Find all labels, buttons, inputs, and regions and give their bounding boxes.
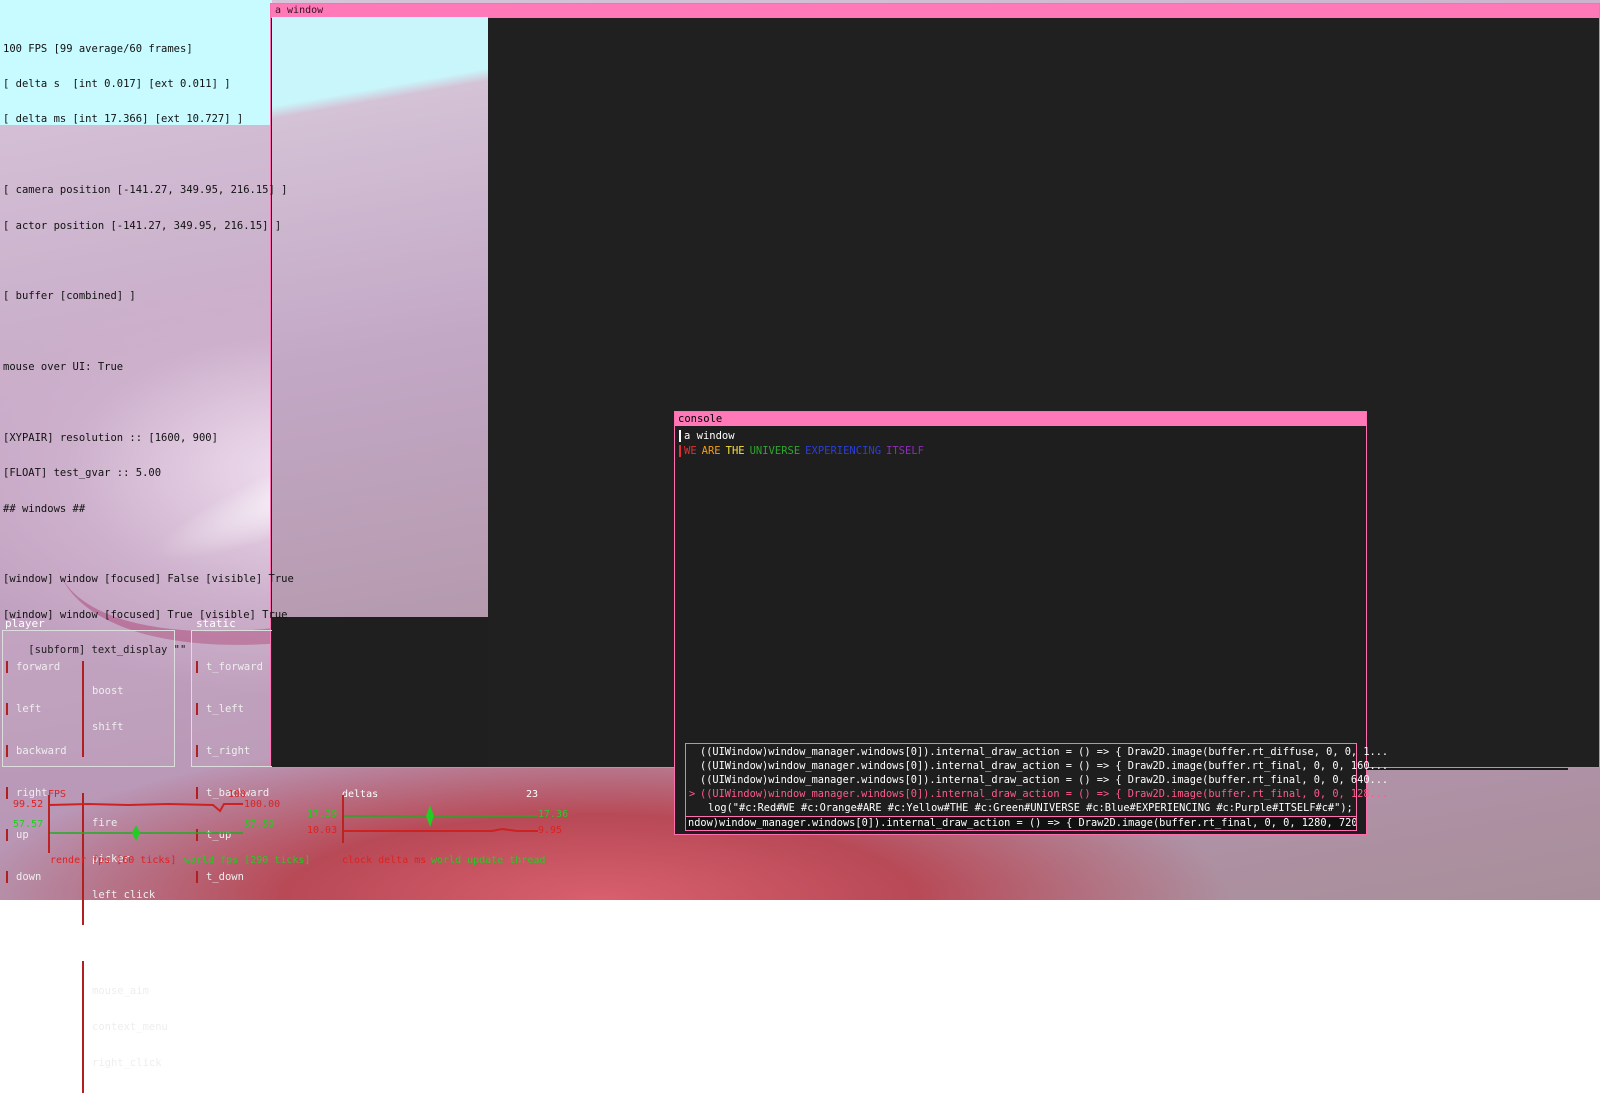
fps-left-bottom: 57.57: [13, 819, 44, 830]
keybind-context-menu-label: context_menu: [92, 1021, 168, 1033]
hud-mouse-over-ui: mouse over UI: True: [3, 361, 124, 374]
log-line-5: log("#c:Red#WE #c:Orange#ARE #c:Yellow#T…: [708, 802, 1353, 814]
keybind-left[interactable]: left: [6, 703, 67, 715]
static-panel-title: static: [196, 617, 236, 630]
deltas-graph: deltas 23 17.39 10.03 17.36 9.95 clock d…: [300, 785, 580, 875]
keybind-forward[interactable]: forward: [6, 661, 67, 673]
message-word-5: ITSELF: [886, 445, 924, 457]
main-window-bottom: [272, 617, 488, 767]
fps-right-bottom: 57.59: [244, 819, 275, 830]
player-panel-title: player: [5, 617, 45, 630]
deltas-left-top: 17.39: [307, 809, 338, 820]
console-subwindow-label: a window: [679, 430, 735, 442]
hud-buffer: [ buffer [combined] ]: [3, 290, 136, 303]
hud-test-gvar: [FLOAT] test_gvar :: 5.00: [3, 467, 162, 480]
debug-hud: 100 FPS [99 average/60 frames] [ delta s…: [3, 20, 294, 669]
hud-delta-ms: [ delta ms [int 17.366] [ext 10.727] ]: [3, 113, 244, 126]
fps-left-top: 99.52: [13, 799, 44, 810]
log-line-1: ((UIWindow)window_manager.windows[0]).in…: [700, 746, 1389, 758]
deltas-left-bottom: 10.03: [307, 825, 338, 836]
message-word-4: EXPERIENCING: [805, 445, 882, 457]
hud-camera-position: [ camera position [-141.27, 349.95, 216.…: [3, 184, 288, 197]
message-word-3: UNIVERSE: [749, 445, 801, 457]
main-window-content: [272, 17, 488, 617]
keybind-t-forward[interactable]: t_forward: [196, 661, 269, 673]
deltas-graph-plot: [342, 795, 538, 843]
keybind-mouse-aim-key: right_click: [92, 1057, 162, 1069]
hud-fps: 100 FPS [99 average/60 frames]: [3, 42, 193, 55]
fps-graph: FPS 100 99.52 57.57 100.00 57.59 render …: [0, 785, 310, 875]
main-window-title: a window: [271, 4, 1599, 18]
keybind-t-left[interactable]: t_left: [196, 703, 269, 715]
deltas-right-bottom: 9.95: [538, 825, 563, 836]
hud-resolution: [XYPAIR] resolution :: [1600, 900]: [3, 431, 218, 444]
message-word-0: WE: [684, 445, 697, 457]
log-prompt-marker: >: [689, 788, 696, 800]
hud-window-entry-1: [window] window [focused] False [visible…: [3, 573, 294, 586]
keybind-boost[interactable]: boost shift: [82, 661, 168, 757]
keybind-t-right[interactable]: t_right: [196, 745, 269, 757]
log-line-4: ((UIWindow)window_manager.windows[0]).in…: [700, 788, 1389, 800]
keybind-boost-label: boost: [92, 685, 124, 697]
deltas-caption-red: clock delta ms: [342, 855, 427, 866]
log-line-2: ((UIWindow)window_manager.windows[0]).in…: [700, 760, 1389, 772]
keybind-mouse-aim-label: mouse_aim: [92, 985, 149, 997]
keybind-mouse-aim[interactable]: mouse_aim context_menu right_click: [82, 961, 168, 1093]
hud-actor-position: [ actor position [-141.27, 349.95, 216.1…: [3, 219, 282, 232]
message-word-1: ARE: [701, 445, 721, 457]
deltas-caption-green: world update thread: [431, 855, 546, 866]
fps-caption-red: render fps [60 ticks]: [50, 855, 177, 866]
console-colored-message: WE ARE THE UNIVERSE EXPERIENCING ITSELF: [679, 445, 929, 457]
keybind-boost-key: shift: [92, 721, 124, 733]
hud-window-entry-2: [window] window [focused] True [visible]…: [3, 608, 288, 621]
fps-caption-green: world fps [290 ticks]: [184, 855, 311, 866]
console-title: console: [675, 412, 1366, 426]
keybind-backward[interactable]: backward: [6, 745, 67, 757]
console-input[interactable]: ndow)window_manager.windows[0]).internal…: [685, 816, 1357, 831]
fps-graph-plot: [48, 795, 243, 853]
keybind-fire-key: left_click: [92, 889, 156, 901]
hud-windows-header: ## windows ##: [3, 502, 86, 515]
console-log[interactable]: ((UIWindow)window_manager.windows[0]).in…: [685, 743, 1388, 831]
deltas-right-top: 17.36: [538, 809, 569, 820]
fps-right-top: 100.00: [244, 799, 281, 810]
message-word-2: THE: [725, 445, 745, 457]
log-line-3: ((UIWindow)window_manager.windows[0]).in…: [700, 774, 1389, 786]
hud-delta-s: [ delta s [int 0.017] [ext 0.011] ]: [3, 77, 231, 90]
